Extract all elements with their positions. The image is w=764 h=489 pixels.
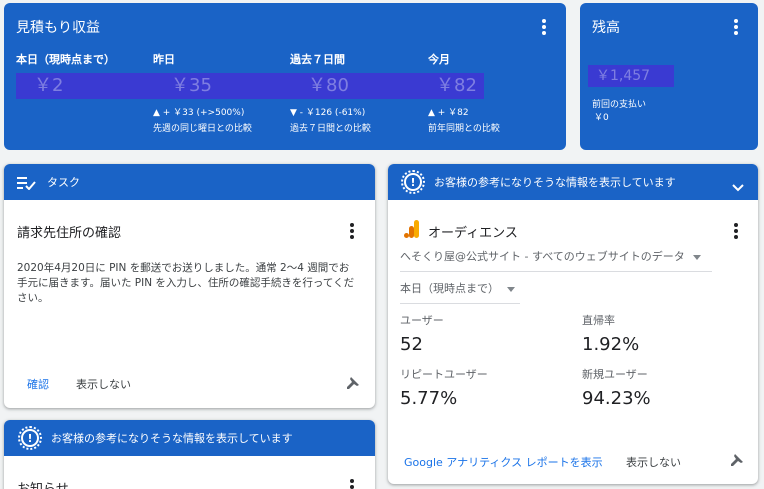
task-list-icon — [17, 175, 37, 191]
pin-icon[interactable] — [730, 453, 744, 467]
task-hide-button[interactable]: 表示しない — [76, 376, 131, 392]
stat-value: 1.92% — [582, 334, 640, 355]
metric-label: 過去７日間 — [290, 53, 345, 66]
stat-value: 94.23% — [582, 388, 651, 409]
pin-icon[interactable] — [346, 376, 360, 390]
balance-title: 残高 — [592, 20, 620, 36]
metric-value: ￥80 — [290, 73, 430, 99]
revenue-card: 見積もり収益 本日（現時点まで） ￥2 昨日 ￥35 ▲ + ￥33 (+>50… — [4, 3, 566, 150]
metric-today: 本日（現時点まで） ￥2 — [16, 51, 156, 99]
tasks-header-label: タスク — [47, 176, 80, 189]
tasks-header: タスク — [4, 164, 375, 200]
stat-value: 52 — [400, 334, 423, 355]
balance-more-icon[interactable] — [726, 17, 746, 37]
stat-users: ユーザー 52 — [400, 312, 444, 355]
stat-label: 新規ユーザー — [582, 368, 648, 381]
revenue-more-icon[interactable] — [534, 17, 554, 37]
metric-value: ￥2 — [16, 73, 156, 99]
metric-compare: 過去７日間との比較 — [290, 124, 371, 134]
insights-right-card: ! お客様の参考になりそうな情報を表示しています オーディエンス へそくり屋@公… — [388, 164, 758, 484]
audience-title: オーディエンス — [428, 226, 518, 241]
chevron-down-icon[interactable] — [732, 177, 744, 192]
insights-bottom-card: ! お客様の参考になりそうな情報を表示しています お知らせ — [4, 420, 375, 489]
audience-hide-button[interactable]: 表示しない — [626, 454, 681, 470]
insights-bottom-header-label: お客様の参考になりそうな情報を表示しています — [51, 432, 293, 445]
stat-label: ユーザー — [400, 314, 444, 327]
range-select[interactable]: 本日（現時点まで） — [400, 280, 520, 304]
metric-month: 今月 ￥82 ▲ + ￥82 前年同期との比較 — [428, 51, 500, 134]
metric-delta: ▲ + ￥33 (+>500%) — [153, 108, 245, 118]
metric-compare: 前年同期との比較 — [428, 124, 500, 134]
insights-bottom-header: ! お客様の参考になりそうな情報を表示しています — [4, 420, 375, 456]
analytics-icon — [404, 220, 419, 238]
task-body: 2020年4月20日に PIN を郵送でお送りしました。通常 2～4 週間でお手… — [17, 262, 355, 304]
alert-icon: ! — [401, 170, 425, 194]
analytics-report-link[interactable]: Google アナリティクス レポートを表示 — [404, 454, 603, 470]
balance-card: 残高 ￥1,457 前回の支払い ￥0 — [580, 3, 758, 150]
metric-label: 本日（現時点まで） — [16, 53, 115, 66]
task-title: 請求先住所の確認 — [17, 226, 122, 241]
metric-value: ￥82 — [428, 73, 484, 99]
revenue-title: 見積もり収益 — [16, 20, 100, 36]
last-payment-value: ￥0 — [594, 113, 609, 123]
insights-right-header-label: お客様の参考になりそうな情報を表示しています — [434, 176, 676, 189]
metric-compare: 先週の同じ曜日との比較 — [153, 124, 252, 134]
metric-label: 昨日 — [153, 53, 175, 66]
metric-last7: 過去７日間 ￥80 ▼ - ￥126 (-61%) 過去７日間との比較 — [290, 51, 430, 134]
metric-delta: ▼ - ￥126 (-61%) — [290, 108, 366, 118]
tasks-card: タスク 請求先住所の確認 2020年4月20日に PIN を郵送でお送りしました… — [4, 164, 375, 408]
balance-value: ￥1,457 — [588, 65, 674, 87]
insights-right-header: ! お客様の参考になりそうな情報を表示しています — [388, 164, 758, 200]
property-select[interactable]: へそくり屋@公式サイト - すべてのウェブサイトのデータ — [400, 248, 712, 272]
metric-yesterday: 昨日 ￥35 ▲ + ￥33 (+>500%) 先週の同じ曜日との比較 — [153, 51, 293, 134]
audience-more-icon[interactable] — [726, 221, 746, 241]
stat-bounce-rate: 直帰率 1.92% — [582, 312, 639, 355]
stat-value: 5.77% — [400, 388, 458, 409]
notice-title: お知らせ — [17, 478, 69, 489]
confirm-button[interactable]: 確認 — [27, 376, 49, 392]
stat-new-users: 新規ユーザー 94.23% — [582, 366, 651, 409]
stat-label: 直帰率 — [582, 314, 615, 327]
notice-more-icon[interactable] — [342, 477, 362, 489]
metric-delta: ▲ + ￥82 — [428, 108, 469, 118]
last-payment-label: 前回の支払い — [592, 100, 647, 110]
stat-returning-users: リピートユーザー 5.77% — [400, 366, 488, 409]
alert-icon: ! — [18, 426, 42, 450]
metric-value: ￥35 — [153, 73, 293, 99]
metric-label: 今月 — [428, 53, 450, 66]
stat-label: リピートユーザー — [400, 368, 488, 381]
task-more-icon[interactable] — [342, 221, 362, 241]
